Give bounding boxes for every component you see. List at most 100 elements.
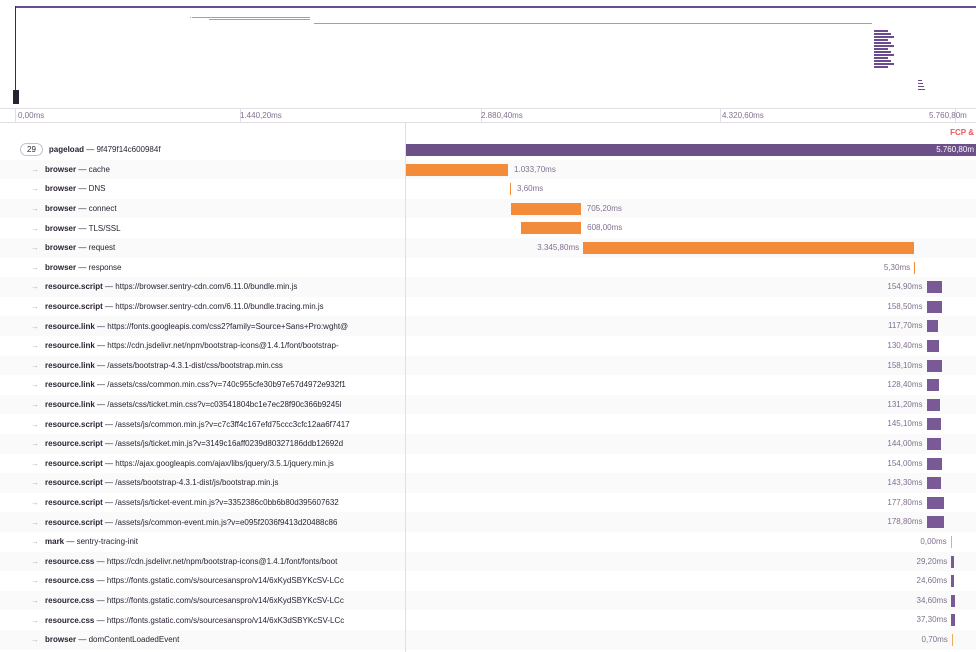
span-bar[interactable] [926,457,942,470]
span-description: https://cdn.jsdelivr.net/npm/bootstrap-i… [106,556,338,566]
span-separator: — [94,615,107,625]
timeline-row[interactable]: 24,60ms [406,571,976,591]
span-row[interactable]: → resource.link — /assets/css/ticket.min.… [0,394,405,415]
span-row-root[interactable]: 29 pageload — 9f479f14c600984f [0,140,405,160]
span-bar[interactable] [926,359,943,372]
span-bar[interactable] [926,496,945,509]
span-duration-label: 3.345,80ms [537,243,580,252]
span-row[interactable]: → resource.css — https://cdn.jsdelivr.net… [0,551,405,572]
span-bar[interactable] [914,261,916,274]
span-row[interactable]: → browser — request [0,238,405,258]
span-row[interactable]: → resource.script — https://browser.sentr… [0,297,405,317]
span-bar[interactable] [951,594,955,607]
span-row[interactable]: → resource.script — /assets/js/common-eve… [0,512,405,532]
tree-connector-arrow-icon: → [31,556,39,566]
span-description: response [88,262,122,272]
timeline-row[interactable]: 145,10ms [406,414,976,434]
span-bar[interactable] [510,183,512,196]
tick-label: 1.440,20ms [240,111,282,120]
span-row[interactable]: → mark — sentry-tracing-init [0,532,405,552]
span-row[interactable]: → resource.script — /assets/js/common.min… [0,414,405,434]
timeline-row[interactable]: 5,30ms [406,258,976,278]
span-description: https://fonts.googleapis.com/css2?family… [107,321,349,331]
span-bar[interactable] [521,222,582,235]
tick-line [720,109,721,123]
timeline-row[interactable]: 143,30ms [406,473,976,493]
span-bar[interactable] [951,634,953,646]
span-bar[interactable] [406,163,509,176]
span-row[interactable]: → resource.script — /assets/js/ticket.min… [0,434,405,454]
timeline-row[interactable]: 131,20ms [406,394,976,415]
span-row[interactable]: → browser — response [0,258,405,278]
time-ruler: 0,00ms 1.440,20ms 2.880,40ms 4.320,60ms … [0,108,976,123]
span-bar[interactable] [951,555,955,568]
span-row[interactable]: → resource.css — https://fonts.gstatic.co… [0,610,405,630]
timeline-row[interactable]: 705,20ms [406,198,976,219]
span-row[interactable]: → resource.css — https://fonts.gstatic.co… [0,590,405,611]
span-row[interactable]: → browser — connect [0,198,405,219]
tree-connector-arrow-icon: → [31,478,39,488]
span-bar[interactable] [950,536,952,548]
timeline-row[interactable]: 144,00ms [406,434,976,454]
timeline-row[interactable]: 37,30ms [406,610,976,630]
span-description: /assets/css/ticket.min.css?v=c03541804bc… [107,400,342,410]
span-row[interactable]: → resource.script — /assets/js/ticket-eve… [0,493,405,513]
timeline-row[interactable]: 178,80ms [406,512,976,532]
minimap-span [208,19,311,20]
span-bar[interactable] [926,281,942,294]
span-bar[interactable] [926,418,941,431]
timeline-row[interactable]: 177,80ms [406,493,976,513]
span-row[interactable]: → browser — cache [0,159,405,180]
minimap[interactable] [0,0,976,108]
span-op: resource.css [45,556,95,566]
timeline-row[interactable]: 1.033,70ms [406,159,976,180]
timeline-row[interactable]: 154,00ms [406,454,976,474]
span-row[interactable]: → resource.script — https://ajax.googleap… [0,454,405,474]
timeline-row[interactable]: 130,40ms [406,336,976,356]
span-bar-root[interactable] [406,144,976,156]
span-bar[interactable] [951,575,954,588]
timeline-row[interactable]: 158,50ms [406,297,976,317]
timeline-row[interactable]: 34,60ms [406,590,976,611]
fcp-marker-label[interactable]: FCP & [950,128,974,137]
span-op: resource.script [45,439,103,449]
span-bar[interactable] [926,320,939,333]
timeline-row[interactable]: 0,00ms [406,532,976,552]
timeline-row[interactable]: 3,60ms [406,179,976,199]
span-row[interactable]: → resource.css — https://fonts.gstatic.co… [0,571,405,591]
span-bar[interactable] [926,398,940,411]
span-row[interactable]: → browser — TLS/SSL [0,218,405,238]
timeline-row[interactable]: 29,20ms [406,551,976,572]
span-row[interactable]: → resource.link — /assets/css/common.min.… [0,375,405,395]
span-bar[interactable] [583,242,915,254]
span-duration-label: 177,80ms [887,497,923,507]
span-row[interactable]: → resource.link — https://cdn.jsdelivr.ne… [0,336,405,356]
timeline-row[interactable]: 154,90ms [406,277,976,297]
minimap-drag-handle[interactable] [13,90,19,104]
timeline-row[interactable]: 128,40ms [406,375,976,395]
span-bar[interactable] [926,300,943,313]
timeline-row-root[interactable]: 5.760,80m [406,140,976,160]
children-count-badge[interactable]: 29 [20,143,43,157]
minimap-span [873,33,891,35]
span-bar[interactable] [926,438,941,450]
span-bar[interactable] [926,516,945,529]
timeline-row[interactable]: 0,70ms [406,630,976,650]
span-row[interactable]: → resource.link — /assets/bootstrap-4.3.1… [0,355,405,376]
timeline-row[interactable]: 3.345,80ms [406,238,976,258]
span-bar[interactable] [510,202,581,215]
span-row[interactable]: → browser — DNS [0,179,405,199]
span-bar[interactable] [951,614,955,627]
span-separator: — [94,556,107,566]
span-bar[interactable] [926,477,941,490]
span-bar[interactable] [926,340,940,352]
span-row[interactable]: → resource.script — /assets/bootstrap-4.3… [0,473,405,493]
span-row[interactable]: → browser — domContentLoadedEvent [0,630,405,650]
span-row[interactable]: → resource.script — https://browser.sentr… [0,277,405,297]
timeline-row[interactable]: 158,10ms [406,355,976,376]
span-row[interactable]: → resource.link — https://fonts.googleapi… [0,316,405,336]
span-bar[interactable] [926,379,940,392]
minimap-span [873,30,888,32]
timeline-row[interactable]: 117,70ms [406,316,976,336]
timeline-row[interactable]: 608,00ms [406,218,976,238]
